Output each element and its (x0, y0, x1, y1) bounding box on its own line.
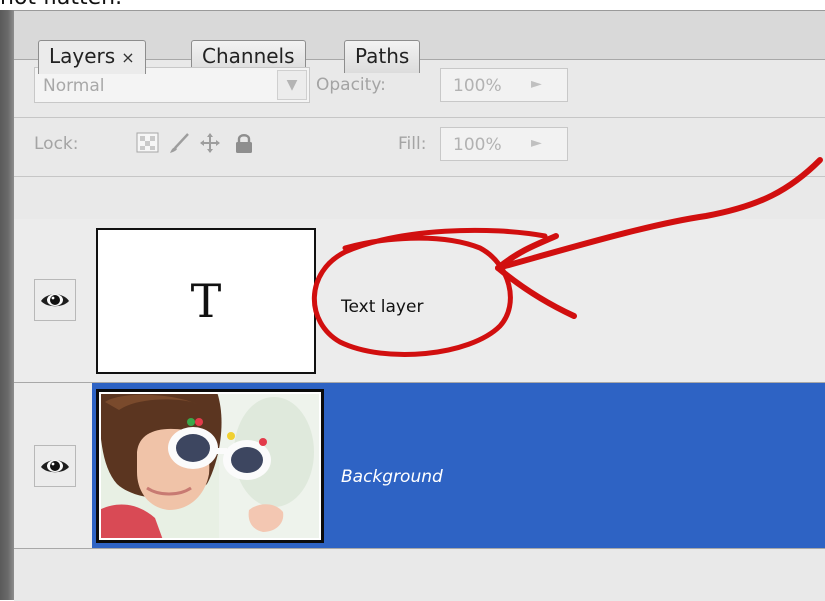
tab-layers[interactable]: Layers × (38, 40, 146, 74)
lock-transparent-pixels-icon[interactable] (136, 132, 160, 154)
photo-thumbnail-image (99, 392, 321, 540)
lock-image-pixels-brush-icon[interactable] (168, 132, 192, 154)
opacity-label: Opacity: (316, 75, 386, 95)
tab-layers-label: Layers (49, 44, 116, 68)
visibility-toggle[interactable] (34, 445, 76, 487)
layer-name-text[interactable]: Text layer (341, 297, 423, 317)
fill-field[interactable]: 100% ► (440, 127, 568, 161)
lock-label: Lock: (34, 134, 79, 154)
eye-icon (41, 294, 69, 307)
panel-tab-bar: Layers × Channels Paths (14, 11, 825, 74)
fill-slider-arrow-icon[interactable]: ► (531, 135, 542, 151)
layer-row-background[interactable]: Background (14, 383, 825, 549)
opacity-field[interactable]: 100% ► (440, 68, 568, 102)
lock-all-padlock-icon[interactable] (232, 132, 256, 154)
window-border (0, 10, 14, 600)
lock-row: Lock: Fill: 100% ► (14, 118, 825, 177)
tab-close-icon[interactable]: × (121, 48, 134, 67)
eye-icon (41, 460, 69, 473)
layer-row-text[interactable]: T Text layer (14, 219, 825, 383)
layers-panel: Layers × Channels Paths Normal ▼ Opacity:… (14, 10, 825, 601)
visibility-toggle[interactable] (34, 279, 76, 321)
fill-label: Fill: (398, 134, 427, 154)
layer-thumbnail-photo[interactable] (96, 389, 324, 543)
opacity-value: 100% (453, 76, 502, 96)
caption-text: not flatten. (0, 0, 122, 9)
layer-name-background[interactable]: Background (341, 467, 443, 487)
layer-thumbnail-text[interactable]: T (96, 228, 316, 374)
text-layer-t-icon: T (190, 274, 222, 328)
opacity-slider-arrow-icon[interactable]: ► (531, 76, 542, 92)
layers-empty-area (14, 549, 825, 601)
lock-position-move-icon[interactable] (198, 132, 222, 154)
fill-value: 100% (453, 135, 502, 155)
blend-mode-value: Normal (43, 76, 105, 96)
chevron-down-icon[interactable]: ▼ (277, 70, 307, 100)
